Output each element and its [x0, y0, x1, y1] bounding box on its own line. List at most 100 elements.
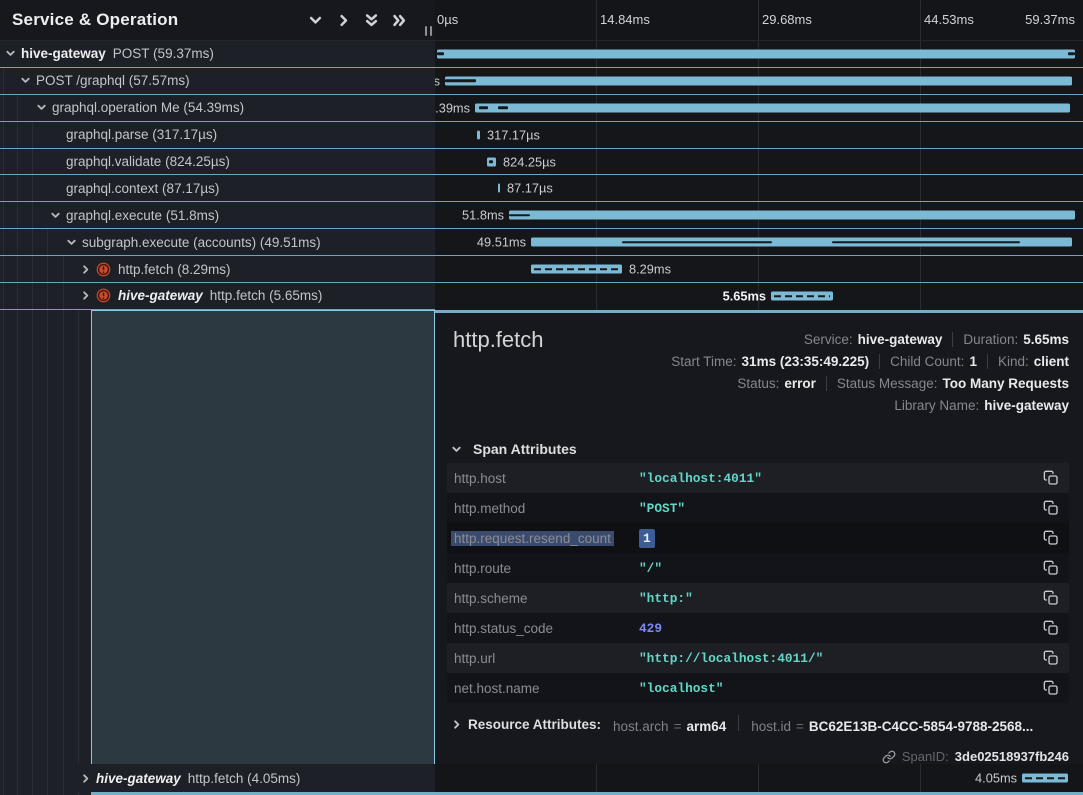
panel-resize-handle[interactable] [425, 26, 432, 36]
indent-guide [47, 256, 48, 282]
service-name: hive-gateway [96, 771, 181, 786]
metadata-value: 5.65ms [1023, 332, 1069, 347]
indent-guide [32, 256, 33, 282]
gridline [920, 764, 921, 792]
tree-row[interactable]: graphql.execute (51.8ms) [0, 202, 435, 229]
tree-row[interactable]: POST /graphql (57.57ms) [0, 68, 435, 95]
operation-label: graphql.context (87.17µs) [66, 181, 219, 196]
indent-guide [3, 229, 4, 255]
copy-button[interactable] [1043, 560, 1059, 576]
timeline-row[interactable]: 57.57ms [435, 68, 1083, 95]
chevrons-down-icon[interactable] [364, 13, 379, 28]
resource-key: host.id [751, 719, 791, 734]
tree-row[interactable]: hive-gatewayPOST (59.37ms) [0, 41, 435, 68]
copy-button[interactable] [1043, 530, 1059, 546]
child-span-mark [489, 160, 493, 163]
trace-viewer: Service & Operation hive-gatewayPOST (59… [0, 0, 1083, 795]
tree-row[interactable]: hive-gatewayhttp.fetch (5.65ms) [0, 283, 435, 310]
span-bar[interactable] [771, 292, 833, 301]
tree-row[interactable]: http.fetch (8.29ms) [0, 256, 435, 283]
attribute-value: 1 [639, 531, 655, 546]
span-bar[interactable] [475, 103, 1070, 112]
tree-row[interactable]: graphql.parse (317.17µs) [0, 122, 435, 149]
timeline-tick: 59.37ms [1025, 12, 1075, 27]
timeline-row[interactable]: 8.29ms [435, 256, 1083, 283]
bottom-timeline-row[interactable]: 4.05ms [435, 764, 1083, 792]
duration-label: 5.65ms [723, 289, 766, 304]
child-span-mark [509, 214, 530, 217]
span-bar[interactable] [445, 76, 1072, 85]
tree-row[interactable]: hive-gatewayhttp.fetch (4.05ms) [0, 764, 435, 792]
resource-attributes-row[interactable]: Resource Attributes: host.arch=arm64host… [451, 715, 1033, 734]
span-bar[interactable] [498, 184, 500, 193]
span-bar[interactable] [477, 130, 480, 139]
gridline [920, 0, 921, 40]
timeline-row[interactable]: 317.17µs [435, 122, 1083, 149]
metadata-value: client [1034, 354, 1069, 369]
chevrons-right-icon[interactable] [392, 13, 407, 28]
tree-row[interactable]: graphql.context (87.17µs) [0, 175, 435, 202]
indent-guide [3, 202, 4, 228]
metadata-value: Too Many Requests [942, 376, 1069, 391]
timeline-row[interactable]: 51.8ms [435, 202, 1083, 229]
indent-guide [3, 764, 4, 792]
indent-guide [32, 283, 33, 309]
tree-row[interactable]: subgraph.execute (accounts) (49.51ms) [0, 229, 435, 256]
span-bar[interactable] [487, 157, 496, 166]
attribute-key: http.route [447, 561, 639, 576]
attribute-key: http.method [447, 501, 639, 516]
indent-guide [17, 310, 18, 795]
link-icon[interactable] [882, 750, 896, 764]
indent-guide [17, 229, 18, 255]
metadata-label: Status: [737, 376, 779, 391]
chevron-down-icon[interactable] [308, 13, 323, 28]
timeline-row[interactable]: 824.25µs [435, 149, 1083, 176]
timeline-row[interactable] [435, 41, 1083, 68]
attribute-row: net.host.name"localhost" [447, 673, 1069, 703]
copy-button[interactable] [1043, 470, 1059, 486]
timeline-row[interactable]: 87.17µs [435, 175, 1083, 202]
indent-guide [3, 283, 4, 309]
copy-button[interactable] [1043, 590, 1059, 606]
timeline-row[interactable]: 49.51ms [435, 229, 1083, 256]
timeline-row[interactable]: 5.65ms [435, 283, 1083, 310]
attribute-key: http.request.resend_count [447, 531, 639, 546]
indent-guide [3, 122, 4, 148]
child-span-mark [445, 80, 476, 83]
span-bar[interactable] [437, 49, 1075, 58]
gridline [758, 0, 759, 40]
timeline-panel: 0µs14.84ms29.68ms44.53ms59.37ms 57.57ms5… [435, 0, 1083, 795]
copy-button[interactable] [1043, 650, 1059, 666]
span-bar[interactable] [531, 238, 1072, 247]
duration-label: 87.17µs [507, 181, 553, 196]
span-bar[interactable] [1022, 774, 1068, 783]
operation-label: graphql.execute (51.8ms) [66, 208, 219, 223]
span-bar[interactable] [531, 265, 622, 274]
indent-guide [32, 764, 33, 792]
attribute-value: "localhost" [639, 681, 723, 696]
duration-label: 49.51ms [477, 235, 526, 250]
span-bar[interactable] [509, 211, 1075, 220]
chevron-right-icon[interactable] [336, 13, 351, 28]
duration-label: 51.8ms [462, 208, 504, 223]
selected-subtree-region[interactable] [91, 310, 435, 764]
copy-button[interactable] [1043, 680, 1059, 696]
copy-button[interactable] [1043, 500, 1059, 516]
indent-guide [32, 175, 33, 201]
metadata-line: Library Name:hive-gateway [671, 394, 1069, 416]
equals-sign: = [796, 719, 804, 734]
timeline-row[interactable]: 54.39ms [435, 95, 1083, 122]
chevron-right-icon [80, 290, 91, 301]
attribute-key: http.host [447, 471, 639, 486]
gridline [758, 764, 759, 792]
indent-guide [3, 68, 4, 94]
span-attributes-header[interactable]: Span Attributes [451, 441, 577, 457]
tree-row[interactable]: graphql.operation Me (54.39ms) [0, 95, 435, 122]
copy-button[interactable] [1043, 620, 1059, 636]
indent-guide [47, 229, 48, 255]
indent-guide [17, 175, 18, 201]
indent-guide [63, 256, 64, 282]
span-id-value: 3de02518937fb246 [955, 749, 1069, 764]
tree-row[interactable]: graphql.validate (824.25µs) [0, 149, 435, 176]
metadata-line: Service:hive-gatewayDuration:5.65ms [671, 328, 1069, 350]
